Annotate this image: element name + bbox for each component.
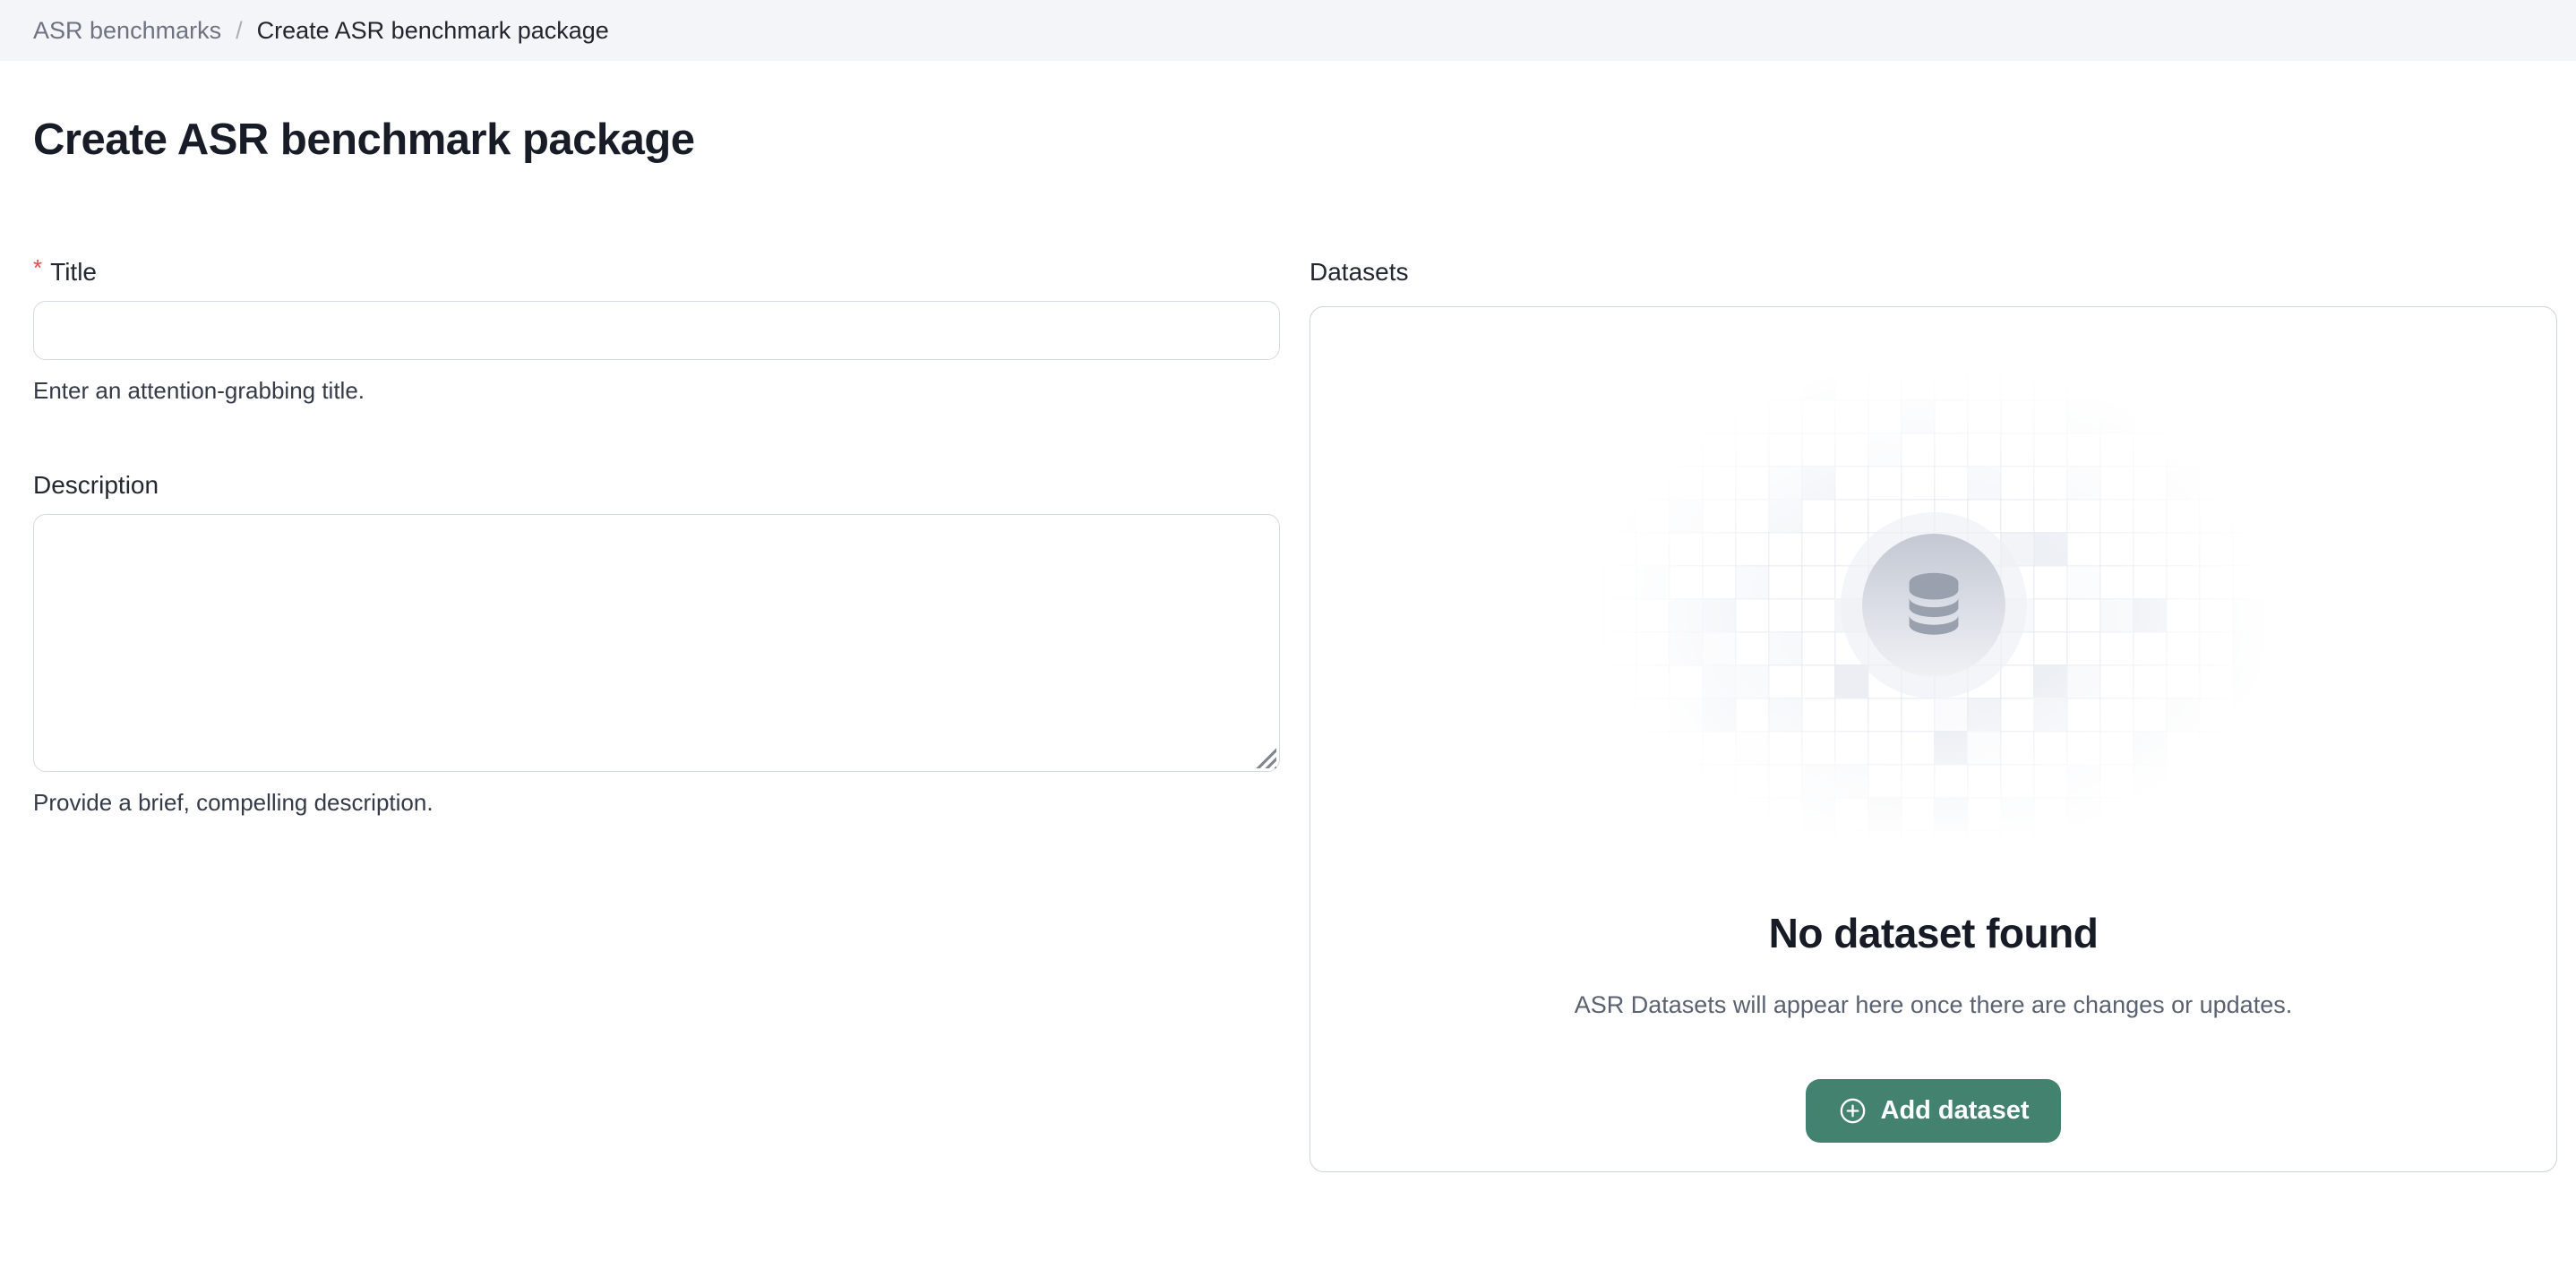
mosaic-cell bbox=[2066, 797, 2099, 830]
title-input[interactable] bbox=[33, 301, 1280, 360]
add-dataset-button-label: Add dataset bbox=[1881, 1096, 2030, 1126]
mosaic-cell bbox=[2000, 797, 2033, 830]
mosaic-cell bbox=[1602, 499, 1636, 532]
mosaic-cell bbox=[2199, 764, 2232, 797]
mosaic-cell bbox=[1868, 433, 1901, 466]
mosaic-cell bbox=[1602, 698, 1636, 731]
description-label: Description bbox=[33, 471, 1280, 500]
breadcrumb-separator: / bbox=[236, 17, 243, 45]
mosaic-cell bbox=[1702, 664, 1735, 698]
add-dataset-button[interactable]: Add dataset bbox=[1806, 1079, 2062, 1143]
main-content: * Title Enter an attention-grabbing titl… bbox=[0, 258, 2576, 1172]
mosaic-cell bbox=[2232, 764, 2265, 797]
mosaic-cell bbox=[1768, 631, 1801, 664]
mosaic-cell bbox=[1702, 631, 1735, 664]
mosaic-cell bbox=[1669, 499, 1702, 532]
mosaic-cell bbox=[1768, 366, 1801, 399]
mosaic-cell bbox=[1669, 631, 1702, 664]
mosaic-cell bbox=[2066, 466, 2099, 499]
mosaic-cell bbox=[2099, 598, 2133, 631]
mosaic-cell bbox=[2033, 664, 2066, 698]
mosaic-cell bbox=[1934, 698, 1967, 731]
title-label: * Title bbox=[33, 258, 1280, 287]
mosaic-cell bbox=[1669, 698, 1702, 731]
empty-state-heading: No dataset found bbox=[1310, 909, 2556, 957]
mosaic-cell bbox=[1636, 399, 1669, 433]
mosaic-cell bbox=[1669, 598, 1702, 631]
description-textarea-wrap bbox=[33, 514, 1280, 772]
mosaic-cell bbox=[1801, 466, 1834, 499]
mosaic-cell bbox=[1967, 698, 2000, 731]
mosaic-cell bbox=[2033, 698, 2066, 731]
breadcrumb: ASR benchmarks / Create ASR benchmark pa… bbox=[0, 0, 2576, 61]
mosaic-cell bbox=[1901, 399, 1934, 433]
mosaic-cell bbox=[2033, 532, 2066, 565]
mosaic-cell bbox=[1834, 764, 1868, 797]
mosaic-cell bbox=[2232, 631, 2265, 664]
mosaic-cell bbox=[1967, 731, 2000, 764]
plus-circle-icon bbox=[1838, 1096, 1868, 1126]
mosaic-cell bbox=[2133, 731, 2166, 764]
mosaic-cell bbox=[2232, 664, 2265, 698]
mosaic-cell bbox=[2133, 598, 2166, 631]
mosaic-cell bbox=[2166, 466, 2199, 499]
title-helper-text: Enter an attention-grabbing title. bbox=[33, 377, 1280, 405]
description-label-text: Description bbox=[33, 471, 159, 500]
mosaic-cell bbox=[2066, 764, 2099, 797]
mosaic-cell bbox=[1801, 366, 1834, 399]
mosaic-cell bbox=[2066, 565, 2099, 598]
mosaic-cell bbox=[2232, 698, 2265, 731]
empty-state-subtitle: ASR Datasets will appear here once there… bbox=[1310, 991, 2556, 1019]
title-field: * Title Enter an attention-grabbing titl… bbox=[33, 258, 1280, 405]
mosaic-cell bbox=[1602, 366, 1636, 399]
mosaic-cell bbox=[1735, 731, 1768, 764]
page-title: Create ASR benchmark package bbox=[33, 115, 2576, 165]
mosaic-cell bbox=[1934, 797, 1967, 830]
form-column: * Title Enter an attention-grabbing titl… bbox=[33, 258, 1280, 1172]
mosaic-cell bbox=[1669, 366, 1702, 399]
description-helper-text: Provide a brief, compelling description. bbox=[33, 789, 1280, 817]
mosaic-cell bbox=[1768, 499, 1801, 532]
datasets-label: Datasets bbox=[1309, 258, 2557, 287]
database-icon bbox=[1862, 534, 2005, 677]
mosaic-cell bbox=[1934, 731, 1967, 764]
mosaic-cell bbox=[1735, 565, 1768, 598]
mosaic-cell bbox=[1801, 797, 1834, 830]
mosaic-cell bbox=[2166, 698, 2199, 731]
mosaic-cell bbox=[1868, 797, 1901, 830]
mosaic-cell bbox=[2066, 399, 2099, 433]
mosaic-cell bbox=[2000, 532, 2033, 565]
datasets-card: No dataset found ASR Datasets will appea… bbox=[1309, 306, 2557, 1172]
mosaic-cell bbox=[2199, 366, 2232, 399]
database-glyph bbox=[1892, 563, 1976, 647]
mosaic-cell bbox=[2166, 399, 2199, 433]
mosaic-cell bbox=[1834, 664, 1868, 698]
mosaic-cell bbox=[1702, 598, 1735, 631]
mosaic-cell bbox=[1768, 466, 1801, 499]
breadcrumb-link-asr-benchmarks[interactable]: ASR benchmarks bbox=[33, 17, 221, 45]
mosaic-cell bbox=[1768, 698, 1801, 731]
mosaic-cell bbox=[2066, 664, 2099, 698]
title-label-text: Title bbox=[50, 258, 97, 287]
mosaic-cell bbox=[2166, 433, 2199, 466]
mosaic-cell bbox=[2133, 764, 2166, 797]
breadcrumb-current: Create ASR benchmark package bbox=[257, 17, 609, 45]
description-textarea[interactable] bbox=[33, 514, 1280, 772]
mosaic-cell bbox=[1735, 664, 1768, 698]
mosaic-cell bbox=[2232, 598, 2265, 631]
mosaic-cell bbox=[2099, 399, 2133, 433]
required-asterisk-icon: * bbox=[33, 256, 42, 279]
mosaic-cell bbox=[1702, 698, 1735, 731]
description-field: Description Provide a brief, compelling … bbox=[33, 471, 1280, 817]
mosaic-cell bbox=[1967, 466, 2000, 499]
datasets-column: Datasets No dataset found ASR Datasets w… bbox=[1309, 258, 2557, 1172]
mosaic-cell bbox=[1636, 565, 1669, 598]
mosaic-cell bbox=[1801, 764, 1834, 797]
